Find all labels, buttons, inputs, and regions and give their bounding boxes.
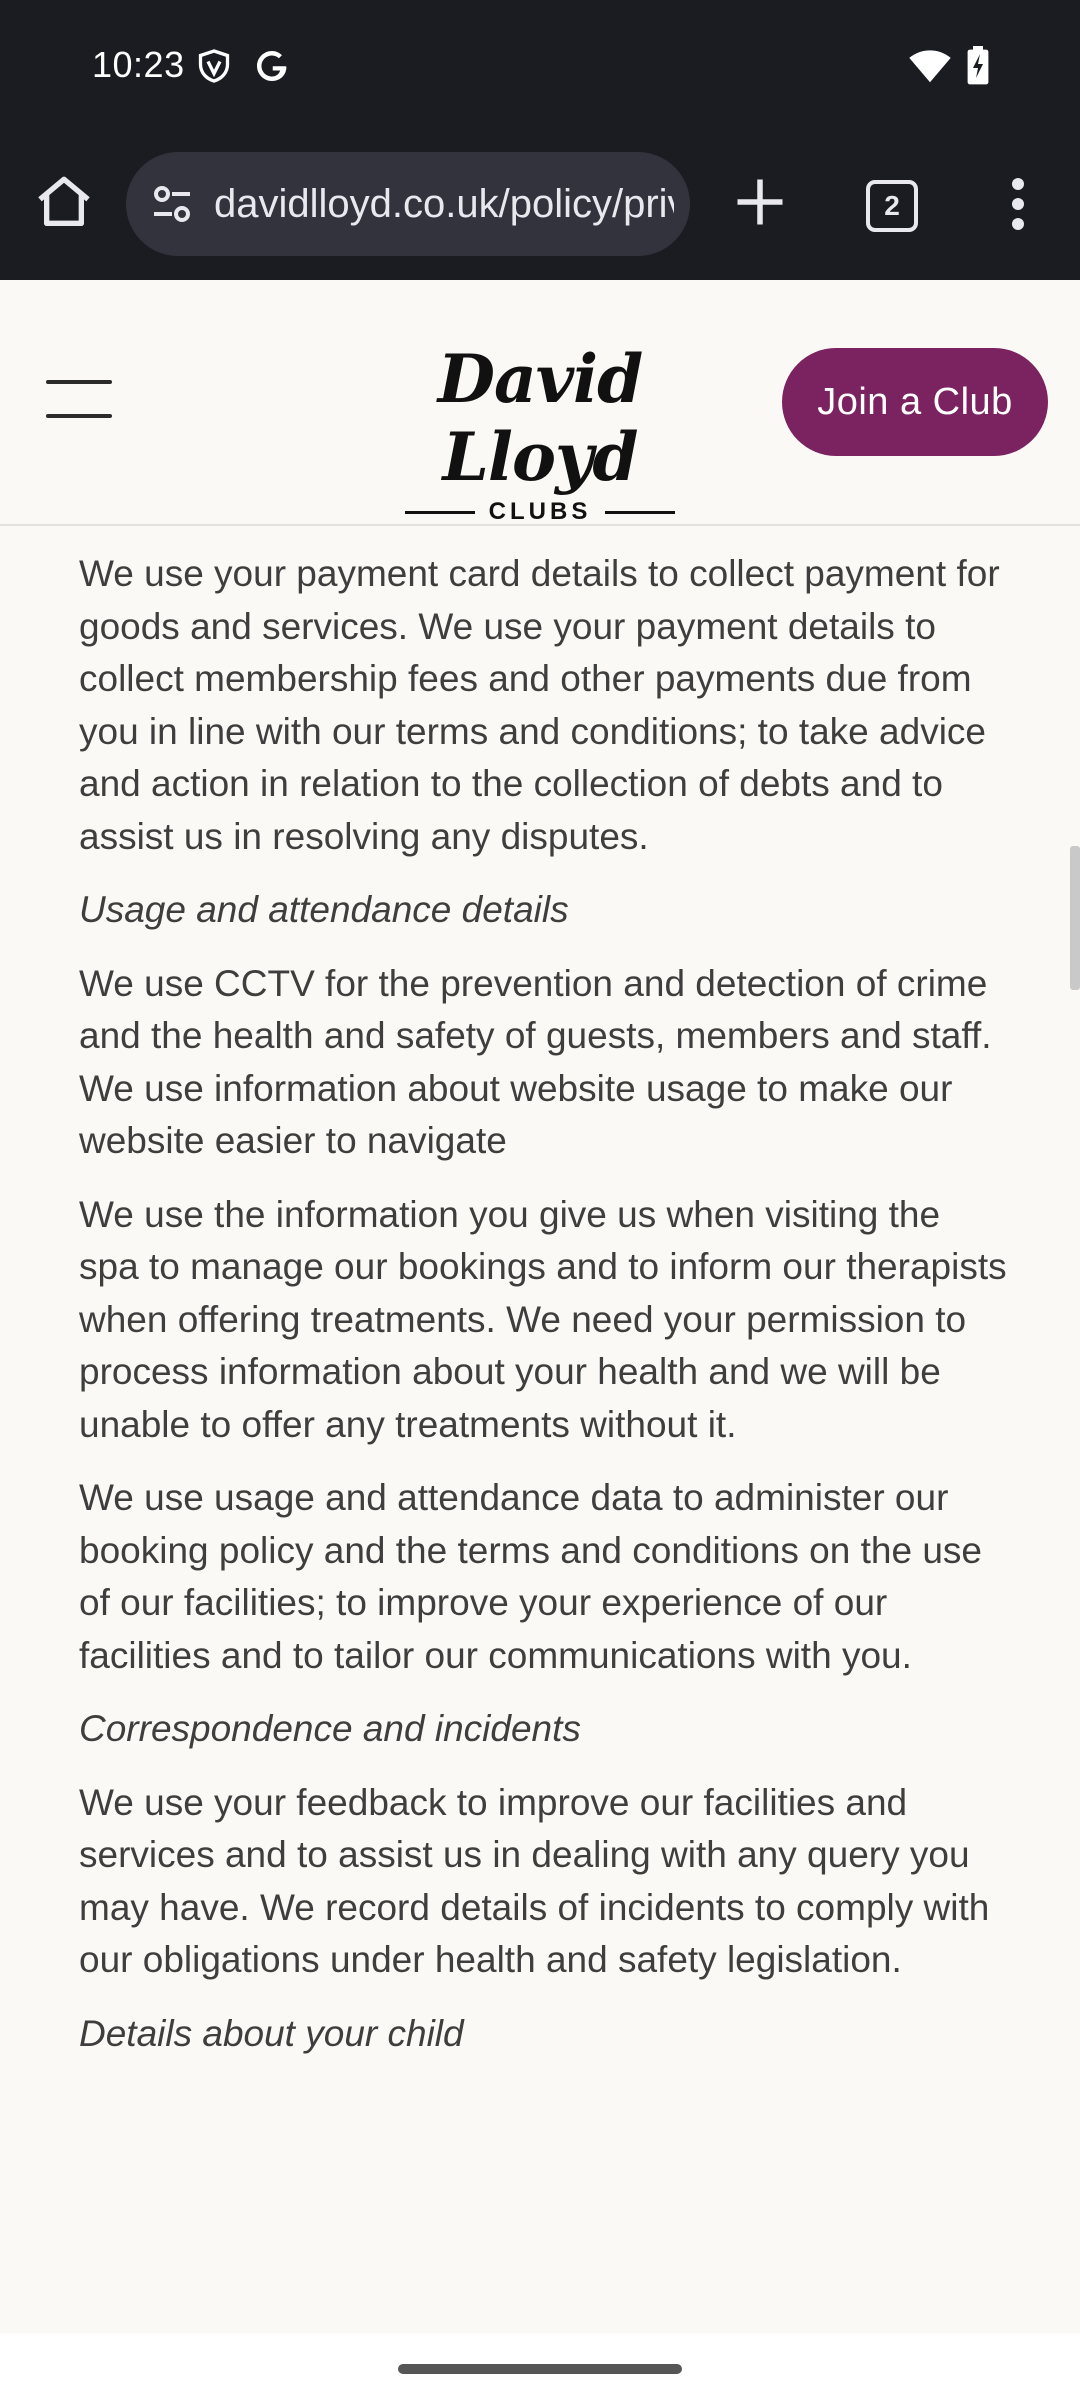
wifi-icon [909, 50, 951, 83]
status-bar: 10:23 [0, 0, 1080, 130]
gesture-nav-bar [0, 2334, 1080, 2400]
paragraph-cctv: We use CCTV for the prevention and detec… [79, 962, 992, 1162]
site-header: David Lloyd CLUBS Join a Club [0, 280, 1080, 526]
hamburger-menu-icon[interactable] [46, 380, 112, 420]
home-icon[interactable] [32, 170, 96, 234]
status-time: 10:23 [92, 44, 185, 85]
policy-content: We use your payment card details to coll… [79, 524, 1009, 2081]
paragraph-spa: We use the information you give us when … [79, 1193, 1007, 1445]
site-settings-icon[interactable] [148, 180, 196, 228]
heading-usage-attendance: Usage and attendance details [79, 889, 569, 930]
url-text[interactable]: davidlloyd.co.uk/policy/privacy [214, 182, 674, 227]
logo-subtitle: CLUBS [390, 498, 690, 526]
paragraph-attendance: We use usage and attendance data to admi… [79, 1477, 982, 1676]
logo-wordmark: David Lloyd [437, 340, 644, 496]
shield-icon [198, 49, 230, 83]
paragraph-payment: We use your payment card details to coll… [79, 553, 1000, 857]
tab-switcher-icon[interactable]: 2 [866, 180, 918, 232]
david-lloyd-logo[interactable]: David Lloyd CLUBS [390, 340, 690, 525]
address-bar[interactable]: davidlloyd.co.uk/policy/privacy [126, 152, 690, 256]
home-gesture-handle[interactable] [398, 2364, 682, 2374]
new-tab-icon[interactable] [730, 172, 790, 232]
join-a-club-button[interactable]: Join a Club [782, 348, 1048, 456]
more-menu-icon[interactable] [1000, 174, 1036, 234]
browser-toolbar: davidlloyd.co.uk/policy/privacy 2 [0, 130, 1080, 280]
scrollbar-thumb[interactable] [1070, 846, 1080, 990]
heading-child-details: Details about your child [79, 2012, 464, 2054]
paragraph-feedback: We use your feedback to improve our faci… [79, 1781, 990, 1981]
heading-correspondence: Correspondence and incidents [79, 1708, 581, 1749]
google-icon [257, 51, 287, 81]
battery-charging-icon [967, 46, 989, 85]
